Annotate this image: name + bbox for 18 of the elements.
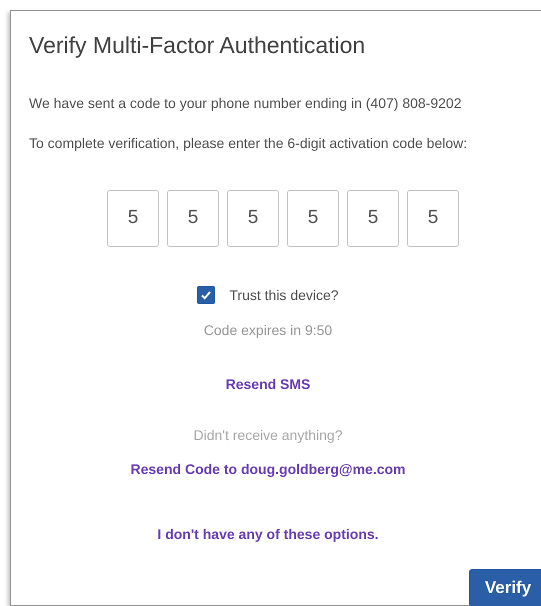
code-digit-field[interactable]: 5 <box>347 190 399 246</box>
dialog-title: Verify Multi-Factor Authentication <box>29 31 366 60</box>
help-text: Didn't receive anything? <box>192 426 344 445</box>
resend-sms-link[interactable]: Resend SMS <box>226 374 310 394</box>
resend-email-link[interactable]: Resend Code to doug.goldberg@me.com <box>130 458 406 480</box>
code-digit-field[interactable]: 5 <box>407 190 459 246</box>
no-options-link[interactable]: I don't have any of these options. <box>157 524 379 544</box>
instruction-text: We have sent a code to your phone number ending in (407) 808-9202 <box>29 94 462 113</box>
expiry-text: Code expires in 9:50 <box>202 320 334 340</box>
code-digit-field[interactable]: 5 <box>167 190 219 246</box>
verify-button[interactable]: Verify <box>469 568 541 606</box>
code-digit-field[interactable]: 5 <box>287 190 339 246</box>
code-digit-field[interactable]: 5 <box>107 190 159 246</box>
trust-checkbox[interactable] <box>197 286 216 304</box>
check-icon <box>200 289 212 301</box>
code-digit-field[interactable]: 5 <box>227 190 279 246</box>
instruction-text: To complete verification, please enter the 6-digit activation code below: <box>29 134 468 153</box>
trust-label: Trust this device? <box>229 286 339 304</box>
